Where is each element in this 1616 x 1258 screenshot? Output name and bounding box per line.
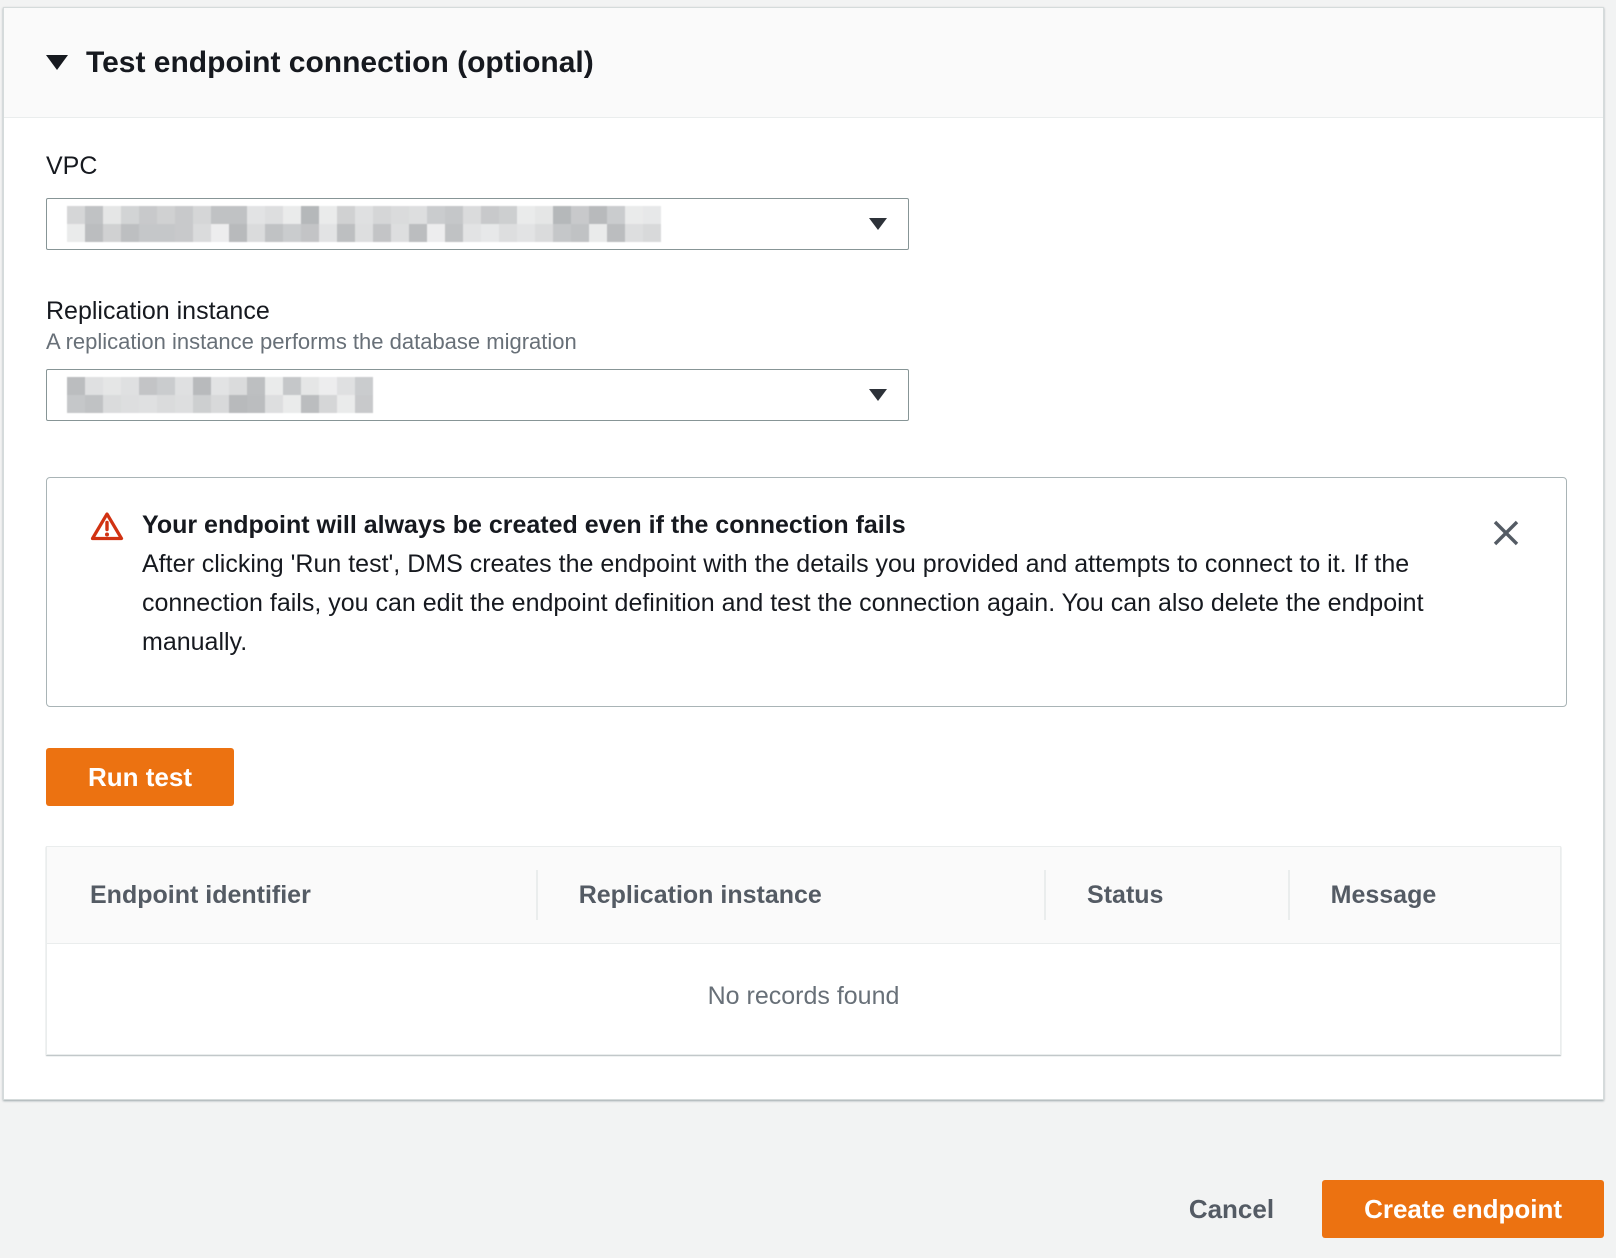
close-icon[interactable] [1491, 518, 1521, 548]
section-title: Test endpoint connection (optional) [86, 46, 594, 80]
cancel-button[interactable]: Cancel [1189, 1194, 1274, 1225]
collapse-triangle-icon[interactable] [46, 55, 68, 70]
alert-title: Your endpoint will always be created eve… [142, 506, 1426, 545]
column-header-message: Message [1288, 881, 1560, 910]
test-endpoint-connection-panel: Test endpoint connection (optional) VPC … [3, 7, 1604, 1100]
vpc-field: VPC [46, 152, 1561, 250]
vpc-select[interactable] [46, 198, 909, 250]
section-body: VPC Replication instance A replication i… [4, 118, 1603, 1055]
replication-instance-redacted-value [67, 377, 373, 413]
test-results-table: Endpoint identifier Replication instance… [46, 846, 1561, 1055]
warning-triangle-icon [90, 511, 124, 666]
column-header-replication-instance: Replication instance [536, 881, 1044, 910]
caret-down-icon [869, 389, 887, 401]
alert-content: Your endpoint will always be created eve… [142, 506, 1526, 666]
table-header-row: Endpoint identifier Replication instance… [47, 847, 1560, 944]
vpc-label: VPC [46, 152, 1561, 180]
replication-instance-label: Replication instance [46, 297, 1561, 325]
form-actions-footer: Cancel Create endpoint [1189, 1180, 1604, 1238]
empty-state-message: No records found [47, 944, 1560, 1054]
create-endpoint-button[interactable]: Create endpoint [1322, 1180, 1604, 1238]
vpc-redacted-value [67, 206, 661, 242]
run-test-button[interactable]: Run test [46, 748, 234, 806]
column-header-status: Status [1044, 881, 1288, 910]
alert-body: After clicking 'Run test', DMS creates t… [142, 545, 1426, 662]
caret-down-icon [869, 218, 887, 230]
section-header[interactable]: Test endpoint connection (optional) [4, 8, 1603, 118]
replication-instance-select[interactable] [46, 369, 909, 421]
replication-instance-field: Replication instance A replication insta… [46, 297, 1561, 421]
replication-instance-description: A replication instance performs the data… [46, 330, 1561, 354]
column-header-endpoint-identifier: Endpoint identifier [47, 881, 536, 910]
warning-alert: Your endpoint will always be created eve… [46, 477, 1567, 707]
